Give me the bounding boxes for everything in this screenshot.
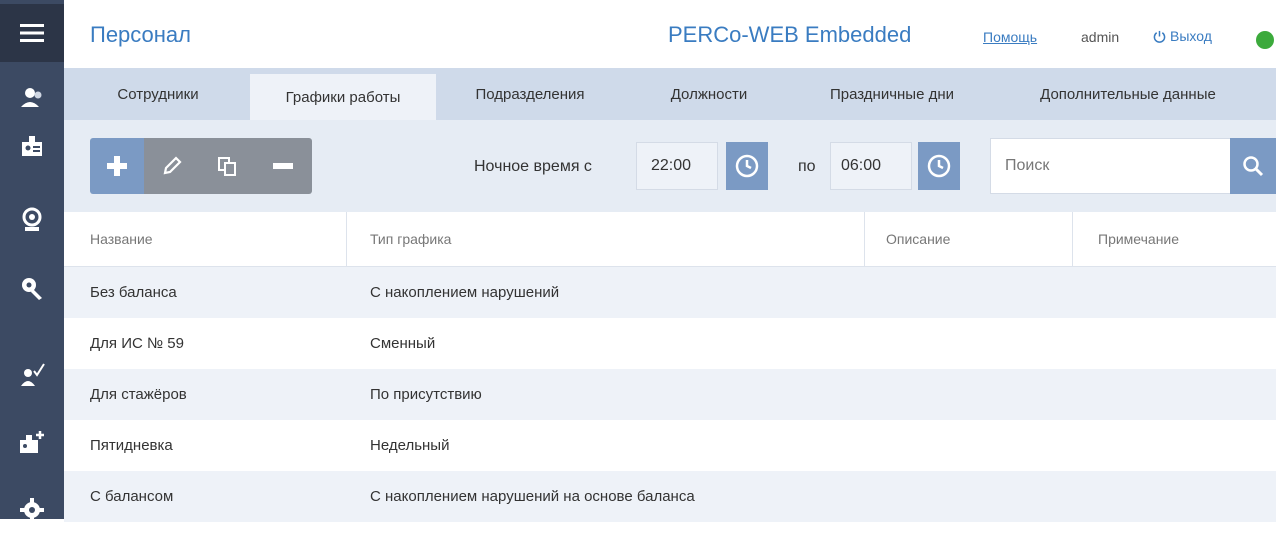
- night-to-clock-button[interactable]: [918, 142, 960, 190]
- cell-type: С накоплением нарушений: [370, 284, 560, 301]
- globe-person-icon: [22, 207, 42, 231]
- schedules-table: Название Тип графика Описание Примечание…: [64, 212, 1276, 522]
- search-icon: [1243, 156, 1264, 177]
- sidebar-item-person-check[interactable]: [0, 350, 64, 398]
- app-brand: PERCo-WEB Embedded: [668, 22, 912, 47]
- column-divider: [864, 212, 865, 266]
- sidebar-item-staff[interactable]: [0, 74, 64, 122]
- night-from-value: 22:00: [651, 157, 692, 174]
- logout-button[interactable]: Выход: [1153, 28, 1212, 44]
- card-add-icon: [20, 431, 44, 453]
- tab-employees[interactable]: Сотрудники: [88, 68, 228, 120]
- pencil-icon: [163, 156, 182, 175]
- sidebar: [0, 0, 64, 522]
- edit-button[interactable]: [144, 138, 200, 194]
- tab-work-schedules[interactable]: Графики работы: [250, 74, 436, 120]
- menu-icon: [20, 24, 44, 42]
- cell-type: Недельный: [370, 437, 450, 454]
- night-from-clock-button[interactable]: [726, 142, 768, 190]
- user-name: admin: [1081, 29, 1120, 45]
- column-header-name[interactable]: Название: [90, 212, 153, 266]
- column-divider: [1072, 212, 1073, 266]
- delete-button[interactable]: [254, 138, 312, 194]
- sidebar-item-id-card[interactable]: [0, 122, 64, 170]
- plus-icon: [107, 156, 127, 176]
- night-to-field[interactable]: 06:00: [830, 142, 912, 190]
- night-to-label: по: [798, 158, 816, 175]
- status-indicator: [1256, 31, 1274, 49]
- person-check-icon: [21, 363, 45, 386]
- cell-name: С балансом: [90, 488, 174, 505]
- search-button[interactable]: [1230, 138, 1276, 194]
- table-header: Название Тип графика Описание Примечание: [64, 212, 1276, 267]
- cell-type: По присутствию: [370, 386, 482, 403]
- add-button[interactable]: [90, 138, 144, 194]
- night-time-label: Ночное время с: [474, 158, 592, 175]
- night-to-value: 06:00: [841, 157, 882, 174]
- tab-holidays[interactable]: Праздничные дни: [802, 68, 982, 120]
- search-input[interactable]: Поиск: [990, 138, 1242, 194]
- sidebar-item-globe-person[interactable]: [0, 196, 64, 244]
- main-area: Персонал PERCo-WEB Embedded Помощь admin…: [64, 0, 1276, 522]
- cell-name: Для стажёров: [90, 386, 187, 403]
- sidebar-item-card-add[interactable]: [0, 418, 64, 466]
- tab-departments[interactable]: Подразделения: [440, 68, 620, 120]
- table-row[interactable]: Пятидневка Недельный: [64, 420, 1276, 471]
- logout-label: Выход: [1170, 28, 1212, 44]
- staff-icon: [21, 88, 42, 107]
- power-icon: [1153, 30, 1166, 43]
- clock-icon: [927, 154, 951, 178]
- action-buttons: [90, 138, 312, 194]
- column-header-description[interactable]: Описание: [886, 212, 950, 266]
- clock-icon: [735, 154, 759, 178]
- cell-name: Для ИС № 59: [90, 335, 184, 352]
- search-placeholder: Поиск: [1005, 157, 1050, 174]
- column-divider: [346, 212, 347, 266]
- cell-name: Пятидневка: [90, 437, 173, 454]
- key-icon: [22, 278, 42, 300]
- column-header-note[interactable]: Примечание: [1098, 212, 1179, 266]
- table-row[interactable]: С балансом С накоплением нарушений на ос…: [64, 471, 1276, 522]
- cell-type: Сменный: [370, 335, 436, 352]
- tab-positions[interactable]: Должности: [644, 68, 774, 120]
- tab-bar: Сотрудники Графики работы Подразделения …: [64, 68, 1276, 120]
- header: Персонал PERCo-WEB Embedded Помощь admin…: [64, 0, 1276, 68]
- settings-icon: [20, 498, 44, 522]
- sidebar-item-key[interactable]: [0, 264, 64, 312]
- copy-icon: [218, 157, 236, 176]
- minus-icon: [273, 163, 293, 169]
- sidebar-item-settings[interactable]: [0, 486, 64, 534]
- table-row[interactable]: Для ИС № 59 Сменный: [64, 318, 1276, 369]
- copy-button[interactable]: [200, 138, 254, 194]
- table-row[interactable]: Для стажёров По присутствию: [64, 369, 1276, 420]
- sidebar-menu-button[interactable]: [0, 4, 64, 62]
- table-row[interactable]: Без баланса С накоплением нарушений: [64, 267, 1276, 318]
- help-link[interactable]: Помощь: [983, 29, 1037, 45]
- column-header-type[interactable]: Тип графика: [370, 212, 451, 266]
- night-from-field[interactable]: 22:00: [636, 142, 718, 190]
- id-card-icon: [22, 136, 42, 156]
- cell-type: С накоплением нарушений на основе баланс…: [370, 488, 695, 505]
- page-title: Персонал: [90, 22, 191, 47]
- tab-additional-data[interactable]: Дополнительные данные: [1008, 68, 1248, 120]
- toolbar: Ночное время с 22:00 по 06:00 Поиск: [64, 120, 1276, 212]
- cell-name: Без баланса: [90, 284, 177, 301]
